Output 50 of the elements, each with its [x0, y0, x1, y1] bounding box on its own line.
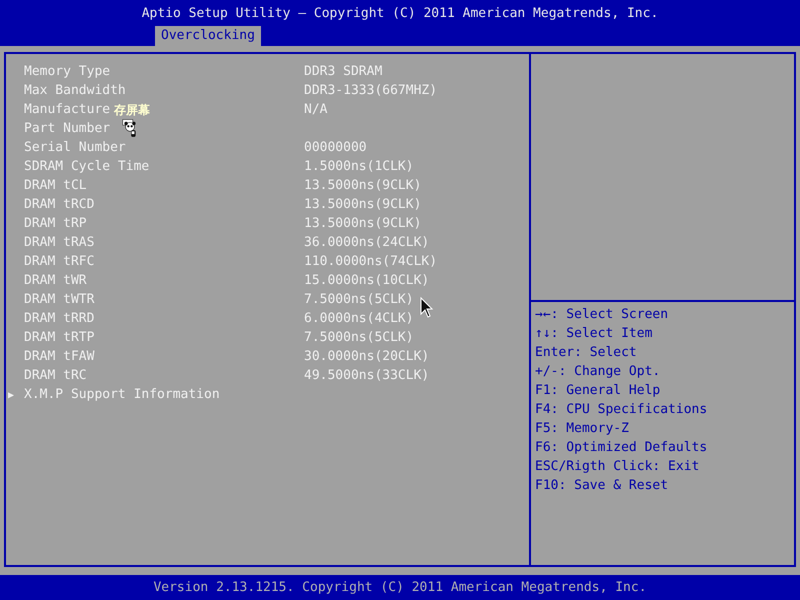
setting-value: 15.0000ns(10CLK)	[304, 272, 430, 290]
setting-label: DRAM tRAS	[24, 234, 94, 252]
setting-label: Manufacture	[24, 100, 110, 119]
setting-value: DDR3-1333(667MHZ)	[304, 82, 438, 100]
setting-value: 00000000	[304, 138, 367, 157]
help-line: →←: Select Screen	[535, 306, 670, 324]
setting-label: DRAM tRRD	[24, 310, 94, 328]
setting-value: 49.5000ns(33CLK)	[304, 366, 430, 385]
mouse-cursor-icon	[420, 297, 434, 319]
setting-value: DDR3 SDRAM	[304, 62, 382, 81]
setting-value: N/A	[304, 100, 328, 119]
help-line: ESC/Rigth Click: Exit	[535, 458, 700, 476]
setting-label: DRAM tWTR	[24, 290, 94, 309]
window-title: Aptio Setup Utility – Copyright (C) 2011 American Megatrends, Inc.	[142, 5, 658, 23]
help-line: F6: Optimized Defaults	[535, 439, 708, 457]
help-line: F10: Save & Reset	[535, 477, 670, 495]
capture-overlay-label: 存屏幕	[114, 102, 150, 118]
setting-value: 110.0000ns(74CLK)	[304, 252, 438, 271]
setting-label: DRAM tRFC	[24, 252, 94, 271]
setting-label: DRAM tRP	[24, 214, 87, 233]
panda-icon	[122, 119, 138, 138]
help-line: Enter: Select	[535, 344, 638, 362]
version-text: Version 2.13.1215. Copyright (C) 2011 American Megatrends, Inc.	[153, 578, 647, 597]
setting-value: 1.5000ns(1CLK)	[304, 158, 414, 176]
help-line: F5: Memory-Z	[535, 420, 630, 438]
setting-label: Part Number	[24, 120, 110, 138]
setting-label: Serial Number	[24, 138, 126, 157]
setting-value: 30.0000ns(20CLK)	[304, 348, 430, 366]
setting-value: 13.5000ns(9CLK)	[304, 196, 422, 214]
setting-value: 13.5000ns(9CLK)	[304, 214, 422, 233]
help-line: ↑↓: Select Item	[535, 325, 654, 343]
help-line: +/-: Change Opt.	[535, 363, 662, 381]
setting-label: DRAM tWR	[24, 272, 87, 290]
setting-label: DRAM tFAW	[24, 348, 94, 366]
menu-tab[interactable]: Overclocking	[155, 26, 261, 46]
setting-value: 7.5000ns(5CLK)	[304, 290, 414, 309]
setting-value: 7.5000ns(5CLK)	[304, 328, 414, 347]
submenu-arrow: ▶	[8, 390, 14, 401]
setting-value: 6.0000ns(4CLK)	[304, 310, 414, 328]
setting-label: Max Bandwidth	[24, 82, 126, 100]
setting-label: DRAM tRCD	[24, 196, 94, 214]
help-line: F1: General Help	[535, 382, 662, 400]
setting-value: 36.0000ns(24CLK)	[304, 234, 430, 252]
setting-label: DRAM tCL	[24, 176, 87, 195]
setting-label: SDRAM Cycle Time	[24, 158, 150, 176]
setting-label: DRAM tRC	[24, 366, 87, 385]
setting-label: Memory Type	[24, 62, 110, 81]
setting-value: 13.5000ns(9CLK)	[304, 176, 422, 195]
setting-label: DRAM tRTP	[24, 328, 94, 347]
help-line: F4: CPU Specifications	[535, 401, 708, 419]
